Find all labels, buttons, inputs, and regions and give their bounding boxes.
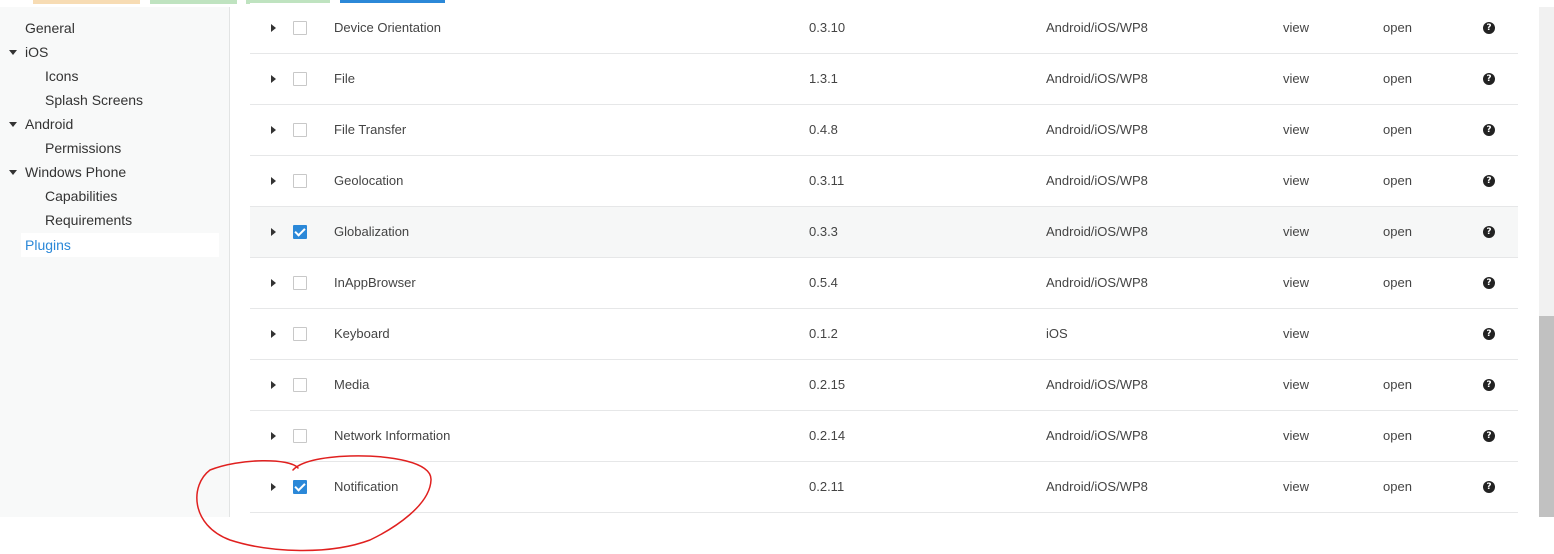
red-circle-annotation xyxy=(196,455,432,552)
